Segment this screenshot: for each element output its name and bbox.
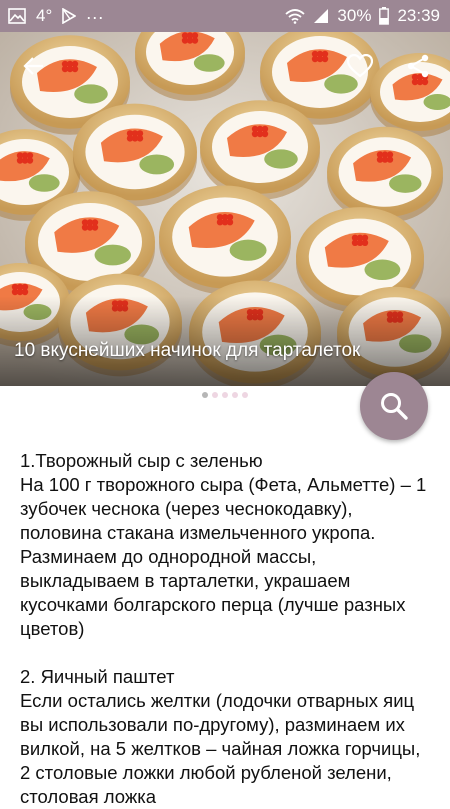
wifi-icon bbox=[285, 8, 305, 24]
share-button[interactable] bbox=[398, 46, 438, 86]
search-button[interactable] bbox=[360, 372, 428, 440]
search-icon bbox=[379, 391, 409, 421]
section-heading: 1.Творожный сыр с зеленью bbox=[20, 449, 430, 473]
article-content: 1.Творожный сыр с зеленью На 100 г творо… bbox=[20, 449, 430, 809]
battery-percent: 30% bbox=[337, 6, 371, 26]
favorite-button[interactable] bbox=[340, 46, 380, 86]
gallery-icon bbox=[8, 8, 26, 24]
page-dot bbox=[212, 392, 218, 398]
tartlet bbox=[73, 104, 197, 207]
heart-outline-icon bbox=[347, 54, 373, 78]
signal-icon bbox=[313, 8, 329, 24]
tartlet bbox=[159, 186, 291, 295]
tartlet bbox=[200, 100, 320, 200]
status-bar: 4° ... 30% 23:39 bbox=[0, 0, 450, 32]
hero-image[interactable]: 10 вкуснейших начинок для тарталеток bbox=[0, 32, 450, 386]
share-icon bbox=[406, 54, 430, 78]
section-body: Если остались желтки (лодочки отварных я… bbox=[20, 689, 430, 809]
page-dot bbox=[222, 392, 228, 398]
back-button[interactable] bbox=[14, 46, 54, 86]
clock: 23:39 bbox=[397, 6, 440, 26]
play-store-icon bbox=[62, 8, 76, 24]
notification-count: 4° bbox=[36, 6, 52, 26]
recipe-title: 10 вкуснейших начинок для тарталеток bbox=[14, 340, 360, 362]
page-dot bbox=[232, 392, 238, 398]
page-dot bbox=[242, 392, 248, 398]
battery-icon bbox=[379, 7, 389, 25]
section-heading: 2. Яичный паштет bbox=[20, 665, 430, 689]
section-body: На 100 г творожного сыра (Фета, Альметте… bbox=[20, 473, 430, 641]
more-notifications: ... bbox=[86, 3, 104, 24]
page-dot bbox=[202, 392, 208, 398]
arrow-left-icon bbox=[22, 54, 46, 78]
